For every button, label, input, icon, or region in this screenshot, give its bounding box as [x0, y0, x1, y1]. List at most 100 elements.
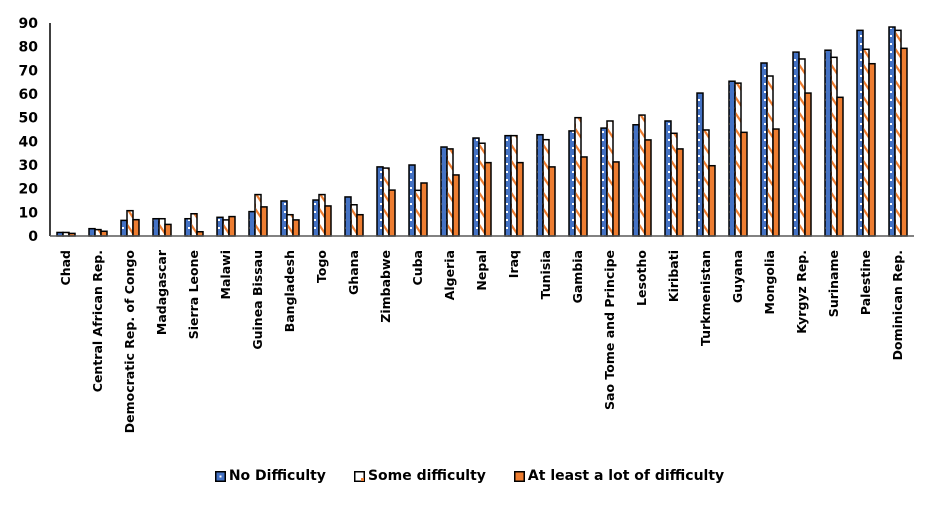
x-tick-label: Mongolia: [762, 250, 777, 314]
bar-some-difficulty-guinea-bissau: [254, 193, 262, 237]
x-tick-label: Algeria: [442, 250, 457, 300]
bar-some-difficulty-guyana: [734, 82, 742, 237]
bar-no-difficulty-kyrgyz-rep: [792, 51, 800, 237]
legend-swatch-solid-orange: [513, 470, 525, 482]
x-tick-label: Bangladesh: [282, 250, 297, 332]
bar-some-difficulty-democratic-rep-of-congo: [126, 209, 134, 237]
bar-no-difficulty-togo: [312, 199, 320, 237]
y-tick-label: 60: [19, 87, 39, 103]
bar-no-difficulty-ghana: [344, 196, 352, 237]
y-tick-label: 50: [19, 111, 39, 127]
x-tick-label: Tunisia: [538, 250, 553, 299]
bar-some-difficulty-palestine: [862, 48, 870, 237]
bar-some-difficulty-central-african-rep: [94, 228, 102, 237]
bar-no-difficulty-guyana: [728, 80, 736, 237]
bar-some-difficulty-cuba: [414, 189, 422, 237]
bar-no-difficulty-turkmenistan: [696, 92, 704, 237]
bar-no-difficulty-mongolia: [760, 62, 768, 237]
bar-some-difficulty-malawi: [222, 219, 230, 237]
bar-at-least-a-lot-of-difficulty-turkmenistan: [708, 164, 716, 237]
y-axis: 0 10 20 30 40 50 60 70 80 90: [19, 16, 51, 245]
legend-label: No Difficulty: [228, 468, 326, 484]
x-tick-label: Malawi: [218, 250, 233, 299]
bar-no-difficulty-gambia: [568, 130, 576, 237]
bar-no-difficulty-zimbabwe: [376, 166, 384, 237]
x-axis: Chad Central African Rep. Democratic Rep. …: [50, 235, 914, 433]
x-tick-label: Madagascar: [154, 249, 169, 335]
x-tick-label: Sierra Leone: [186, 250, 201, 339]
bar-no-difficulty-lesotho: [632, 124, 640, 237]
x-tick-label: Guinea Bissau: [250, 250, 265, 350]
bar-some-difficulty-nepal: [478, 142, 486, 237]
bar-at-least-a-lot-of-difficulty-lesotho: [644, 139, 652, 237]
bar-chart: 0 10 20 30 40 50 60 70 80 90 Chad Central African …: [19, 16, 914, 433]
bar-at-least-a-lot-of-difficulty-tunisia: [548, 166, 556, 237]
bar-at-least-a-lot-of-difficulty-iraq: [516, 161, 524, 237]
bar-some-difficulty-zimbabwe: [382, 167, 390, 237]
bar-no-difficulty-suriname: [824, 49, 832, 237]
x-tick-label: Chad: [58, 250, 73, 285]
bar-at-least-a-lot-of-difficulty-mongolia: [772, 128, 780, 237]
bar-some-difficulty-algeria: [446, 148, 454, 237]
bar-no-difficulty-tunisia: [536, 133, 544, 237]
x-tick-label: Lesotho: [634, 250, 649, 306]
y-tick-label: 30: [19, 158, 39, 174]
bar-no-difficulty-nepal: [472, 137, 480, 237]
bar-some-difficulty-mongolia: [766, 75, 774, 237]
bar-no-difficulty-algeria: [440, 146, 448, 237]
bar-no-difficulty-bangladesh: [280, 200, 288, 237]
legend-item-some-difficulty: Some difficulty: [353, 468, 486, 484]
legend-item-a-lot-of-difficulty: At least a lot of difficulty: [513, 468, 724, 484]
x-tick-label: Sao Tome and Principe: [602, 250, 617, 410]
x-tick-label: Iraq: [506, 250, 521, 278]
bar-some-difficulty-dominican-rep: [894, 29, 902, 237]
bar-no-difficulty-palestine: [856, 29, 864, 237]
x-tick-label: Kyrgyz Rep.: [794, 250, 809, 334]
bar-no-difficulty-madagascar: [152, 217, 160, 237]
bar-at-least-a-lot-of-difficulty-palestine: [868, 62, 876, 237]
bar-at-least-a-lot-of-difficulty-suriname: [836, 96, 844, 237]
bar-some-difficulty-kiribati: [670, 132, 678, 237]
bar-no-difficulty-central-african-rep: [88, 227, 96, 237]
y-tick-label: 0: [28, 229, 38, 245]
bar-at-least-a-lot-of-difficulty-bangladesh: [292, 219, 300, 237]
bar-at-least-a-lot-of-difficulty-nepal: [484, 161, 492, 237]
x-tick-label: Gambia: [570, 250, 585, 303]
bar-no-difficulty-dominican-rep: [888, 26, 896, 237]
bar-no-difficulty-cuba: [408, 164, 416, 237]
bar-at-least-a-lot-of-difficulty-madagascar: [164, 223, 172, 237]
bar-at-least-a-lot-of-difficulty-zimbabwe: [388, 189, 396, 237]
bar-no-difficulty-kiribati: [664, 120, 672, 237]
y-tick-label: 80: [19, 40, 39, 56]
legend-swatch-striped: [353, 470, 365, 482]
y-tick-label: 10: [19, 205, 39, 221]
bar-some-difficulty-tunisia: [542, 138, 550, 237]
x-tick-label: Ghana: [346, 250, 361, 295]
bar-some-difficulty-iraq: [510, 134, 518, 237]
bar-no-difficulty-iraq: [504, 134, 512, 237]
bar-no-difficulty-sierra-leone: [184, 217, 192, 237]
y-tick-label: 40: [19, 134, 39, 150]
legend: No Difficulty Some difficulty At least a…: [0, 468, 939, 484]
bar-at-least-a-lot-of-difficulty-ghana: [356, 213, 364, 237]
bar-some-difficulty-bangladesh: [286, 213, 294, 237]
bar-no-difficulty-sao-tome-and-principe: [600, 127, 608, 237]
bar-at-least-a-lot-of-difficulty-cuba: [420, 182, 428, 237]
x-tick-label: Dominican Rep.: [890, 250, 905, 360]
bar-at-least-a-lot-of-difficulty-togo: [324, 205, 332, 237]
bar-at-least-a-lot-of-difficulty-malawi: [228, 215, 236, 237]
bar-some-difficulty-sierra-leone: [190, 213, 198, 237]
legend-label: Some difficulty: [367, 468, 486, 484]
bar-some-difficulty-suriname: [830, 56, 838, 237]
x-tick-label: Guyana: [730, 250, 745, 303]
bar-some-difficulty-lesotho: [638, 114, 646, 237]
bar-some-difficulty-turkmenistan: [702, 129, 710, 237]
bar-some-difficulty-ghana: [350, 204, 358, 237]
bar-at-least-a-lot-of-difficulty-dominican-rep: [900, 47, 908, 237]
x-tick-label: Suriname: [826, 250, 841, 317]
y-tick-label: 70: [19, 63, 39, 79]
bar-at-least-a-lot-of-difficulty-algeria: [452, 174, 460, 237]
bar-some-difficulty-gambia: [574, 116, 582, 237]
y-tick-label: 90: [19, 16, 39, 32]
legend-swatch-dotted-blue: [214, 470, 226, 482]
